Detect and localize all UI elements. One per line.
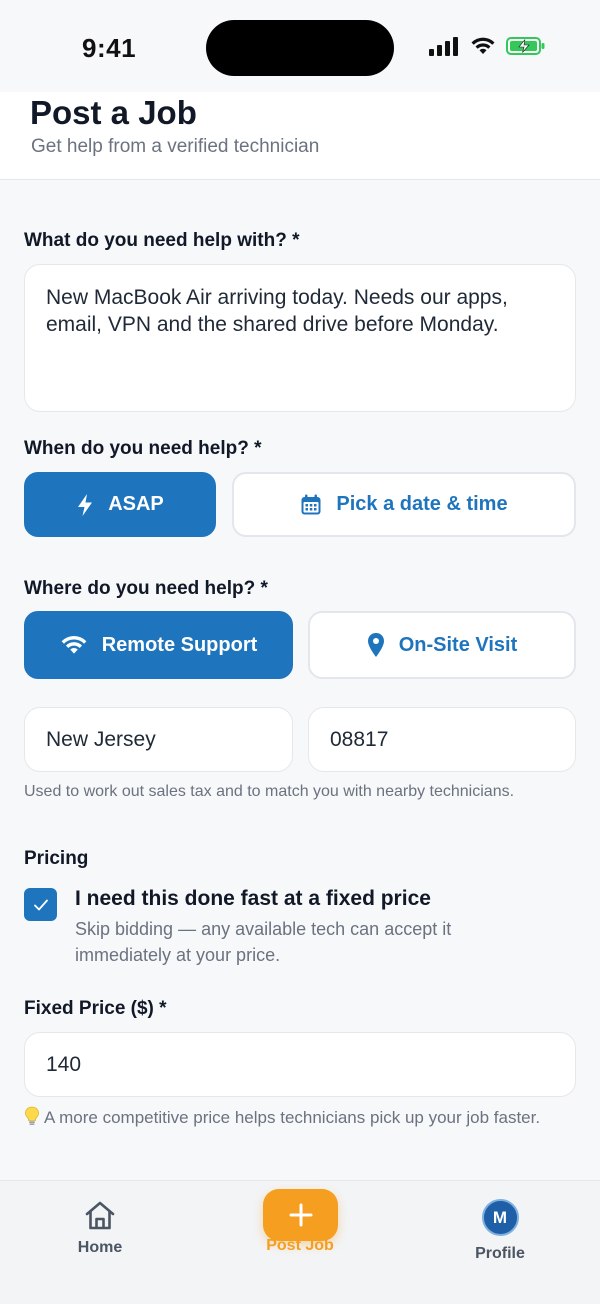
lightbulb-icon <box>25 1106 39 1125</box>
pick-date-time-label: Pick a date & time <box>336 493 508 515</box>
fixed-price-label: Fixed Price ($) * <box>24 998 167 1019</box>
avatar: M <box>481 1199 519 1236</box>
tab-post-job[interactable]: Post Job <box>240 1237 360 1255</box>
when-label: When do you need help? * <box>24 438 262 459</box>
description-label: What do you need help with? * <box>24 230 300 251</box>
zip-input-value: 08817 <box>330 727 389 751</box>
tab-profile[interactable]: M Profile <box>440 1199 560 1263</box>
wifi-icon <box>471 37 495 54</box>
on-site-visit-button[interactable]: On-Site Visit <box>308 611 576 679</box>
page-header: Post a Job Get help from a verified tech… <box>0 92 600 180</box>
status-bar: 9:41 <box>0 0 600 92</box>
dynamic-island <box>206 20 394 76</box>
asap-button-label: ASAP <box>108 493 164 515</box>
fixed-price-input-value: 140 <box>46 1052 82 1076</box>
plus-icon <box>289 1203 312 1227</box>
status-time: 9:41 <box>82 33 137 63</box>
location-pin-icon <box>367 633 384 657</box>
checkmark-icon <box>33 899 48 910</box>
on-site-visit-label: On-Site Visit <box>398 633 518 656</box>
signal-icon <box>429 37 458 56</box>
zip-input[interactable]: 08817 <box>308 707 576 772</box>
pick-date-time-button[interactable]: Pick a date & time <box>232 472 576 537</box>
price-tip-text: A more competitive price helps technicia… <box>44 1108 541 1127</box>
tab-home-label: Home <box>77 1239 123 1256</box>
fixed-price-input[interactable]: 140 <box>24 1032 576 1097</box>
remote-support-button[interactable]: Remote Support <box>24 611 293 679</box>
home-icon <box>85 1201 115 1230</box>
tab-profile-label: Profile <box>475 1245 525 1262</box>
post-job-fab[interactable] <box>263 1189 338 1241</box>
pricing-label: Pricing <box>24 848 89 869</box>
where-label: Where do you need help? * <box>24 578 268 599</box>
description-textarea[interactable]: New MacBook Air arriving today. Needs ou… <box>24 264 576 412</box>
bottom-tab-bar: Home Post Job M Profile <box>0 1180 600 1304</box>
tab-post-job-label: Post Job <box>266 1237 334 1254</box>
fixed-price-checkbox[interactable] <box>24 888 57 921</box>
wifi-icon <box>61 635 87 654</box>
battery-icon <box>506 37 545 55</box>
status-icons <box>428 36 546 56</box>
page-subtitle: Get help from a verified technician <box>31 136 320 157</box>
asap-button[interactable]: ASAP <box>24 472 216 537</box>
tab-home[interactable]: Home <box>40 1199 160 1257</box>
state-input[interactable]: New Jersey <box>24 707 293 772</box>
fixed-price-checkbox-title: I need this done fast at a fixed price <box>75 887 431 910</box>
page-title: Post a Job <box>30 94 197 131</box>
location-helper-text: Used to work out sales tax and to match … <box>24 783 515 800</box>
price-tip: A more competitive price helps technicia… <box>24 1106 574 1129</box>
calendar-icon <box>301 494 321 514</box>
bolt-icon <box>78 493 93 516</box>
state-input-value: New Jersey <box>46 727 156 751</box>
remote-support-label: Remote Support <box>101 633 258 656</box>
fixed-price-checkbox-description: Skip bidding — any available tech can ac… <box>75 919 452 965</box>
